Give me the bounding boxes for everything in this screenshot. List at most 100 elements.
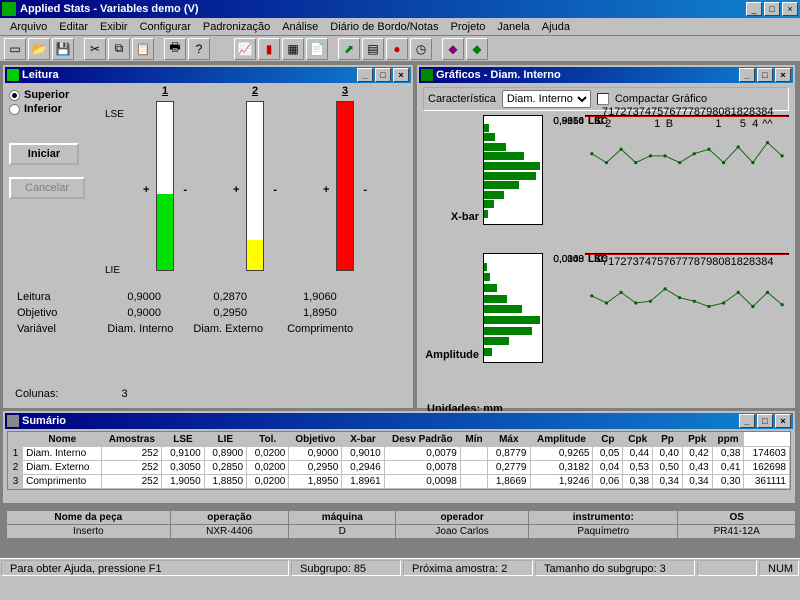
iniciar-button[interactable]: Iniciar <box>9 143 79 165</box>
caracteristica-label: Característica <box>428 93 496 105</box>
readout-table: Leitura 0,9000 0,2870 1,9060 Objetivo 0,… <box>15 288 363 338</box>
cancelar-button[interactable]: Cancelar <box>9 177 85 199</box>
cut-icon[interactable]: ✂ <box>84 38 106 60</box>
maximize-button[interactable]: □ <box>764 2 780 16</box>
menu-arquivo[interactable]: Arquivo <box>4 21 53 33</box>
cell: 0,8900 <box>204 447 246 461</box>
close-button[interactable]: × <box>782 2 798 16</box>
table-row[interactable]: 1Diam. Interno2520,91000,89000,02000,900… <box>9 447 790 461</box>
graficos-titlebar[interactable]: Gráficos - Diam. Interno _ □ × <box>419 67 793 83</box>
table-icon[interactable]: ▤ <box>362 38 384 60</box>
menu-diario[interactable]: Diário de Bordo/Notas <box>324 21 444 33</box>
cell: 1,9246 <box>530 475 593 489</box>
col-header[interactable]: X-bar <box>342 433 384 447</box>
tool1-icon[interactable]: ◆ <box>442 38 464 60</box>
chart-bar-icon[interactable]: ▮ <box>258 38 280 60</box>
menu-ajuda[interactable]: Ajuda <box>536 21 576 33</box>
leitura-min-button[interactable]: _ <box>357 68 373 82</box>
menu-exibir[interactable]: Exibir <box>94 21 134 33</box>
menu-projeto[interactable]: Projeto <box>445 21 492 33</box>
leitura-window: Leitura _ □ × Superior Inferior Iniciar … <box>3 65 413 408</box>
control-chart: 0,9156 0,9010 0,8864 LSC LIC712727374751… <box>585 115 789 117</box>
grid-icon[interactable]: ▦ <box>282 38 304 60</box>
g1-objetivo: 0,9000 <box>67 306 181 320</box>
copy-icon[interactable]: ⧉ <box>108 38 130 60</box>
record-icon[interactable]: ● <box>386 38 408 60</box>
new-icon[interactable]: ▭ <box>4 38 26 60</box>
cell: Diam. Externo <box>23 461 102 475</box>
gauge-bar: + - <box>246 101 264 271</box>
sumario-grid[interactable]: NomeAmostrasLSELIETol.ObjetivoX-barDesv … <box>7 431 791 490</box>
save-icon[interactable]: 💾 <box>52 38 74 60</box>
cell <box>460 461 487 475</box>
cell: 0,42 <box>682 447 712 461</box>
col-header[interactable]: Mín <box>460 433 487 447</box>
leitura-titlebar[interactable]: Leitura _ □ × <box>5 67 411 83</box>
graficos-max-button[interactable]: □ <box>757 68 773 82</box>
col-header[interactable]: LIE <box>204 433 246 447</box>
table-row[interactable]: 2Diam. Externo2520,30500,28500,02000,295… <box>9 461 790 475</box>
col-header[interactable]: Nome <box>23 433 102 447</box>
cell: 0,40 <box>653 447 683 461</box>
graficos-min-button[interactable]: _ <box>739 68 755 82</box>
col-header[interactable]: Pp <box>653 433 683 447</box>
info-bar: Nome da peçaoperaçãomáquinaoperadorinstr… <box>5 509 797 540</box>
sumario-min-button[interactable]: _ <box>739 414 755 428</box>
menu-configurar[interactable]: Configurar <box>134 21 197 33</box>
col-header[interactable]: Objetivo <box>289 433 342 447</box>
chart2-icon[interactable]: ⬈ <box>338 38 360 60</box>
minimize-button[interactable]: _ <box>746 2 762 16</box>
sumario-titlebar[interactable]: Sumário _ □ × <box>5 413 793 429</box>
col-header[interactable]: Cp <box>593 433 623 447</box>
gauge-bar: + - <box>336 101 354 271</box>
col-header[interactable]: Ppk <box>682 433 712 447</box>
leitura-close-button[interactable]: × <box>393 68 409 82</box>
menu-janela[interactable]: Janela <box>491 21 535 33</box>
row-variavel-label: Variável <box>17 322 65 336</box>
tool2-icon[interactable]: ◆ <box>466 38 488 60</box>
col-header[interactable]: Desv Padrão <box>384 433 460 447</box>
cell: 0,0200 <box>247 447 289 461</box>
leitura-max-button[interactable]: □ <box>375 68 391 82</box>
open-icon[interactable]: 📂 <box>28 38 50 60</box>
cell: 1,8950 <box>289 475 342 489</box>
sumario-max-button[interactable]: □ <box>757 414 773 428</box>
print-icon[interactable]: 🖶 <box>164 38 186 60</box>
radio-icon <box>9 90 20 101</box>
paste-icon[interactable]: 📋 <box>132 38 154 60</box>
cell: 1,8669 <box>488 475 530 489</box>
help-icon[interactable]: ? <box>188 38 210 60</box>
menu-padronizacao[interactable]: Padronização <box>197 21 276 33</box>
compactar-checkbox[interactable] <box>597 93 609 105</box>
col-header[interactable]: Tol. <box>247 433 289 447</box>
cell: 2 <box>9 461 23 475</box>
gauge-number: 2 <box>225 85 285 97</box>
cell: 0,38 <box>712 447 744 461</box>
cell: 0,38 <box>623 475 653 489</box>
cell: 0,9000 <box>289 447 342 461</box>
col-header[interactable] <box>9 433 23 447</box>
col-header[interactable]: ppm <box>712 433 744 447</box>
col-header[interactable]: Cpk <box>623 433 653 447</box>
graficos-close-button[interactable]: × <box>775 68 791 82</box>
menu-analise[interactable]: Análise <box>276 21 324 33</box>
cell: 0,2779 <box>488 461 530 475</box>
table-row[interactable]: 3Comprimento2521,90501,88500,02001,89501… <box>9 475 790 489</box>
col-header[interactable]: Amplitude <box>530 433 593 447</box>
col-header[interactable]: LSE <box>162 433 204 447</box>
cell: 1,9050 <box>162 475 204 489</box>
radio-superior-label: Superior <box>24 89 69 101</box>
caracteristica-select[interactable]: Diam. Interno <box>502 90 591 108</box>
col-header[interactable]: Amostras <box>102 433 162 447</box>
cell: 1,8850 <box>204 475 246 489</box>
menu-editar[interactable]: Editar <box>53 21 94 33</box>
cell: 0,9265 <box>530 447 593 461</box>
status-bar: Para obter Ajuda, pressione F1 Subgrupo:… <box>0 558 800 577</box>
notes-icon[interactable]: 📄 <box>306 38 328 60</box>
cell: 0,8779 <box>488 447 530 461</box>
cell <box>460 475 487 489</box>
chart-line-icon[interactable]: 📈 <box>234 38 256 60</box>
sumario-close-button[interactable]: × <box>775 414 791 428</box>
clock-icon[interactable]: ◷ <box>410 38 432 60</box>
col-header[interactable]: Máx <box>488 433 530 447</box>
